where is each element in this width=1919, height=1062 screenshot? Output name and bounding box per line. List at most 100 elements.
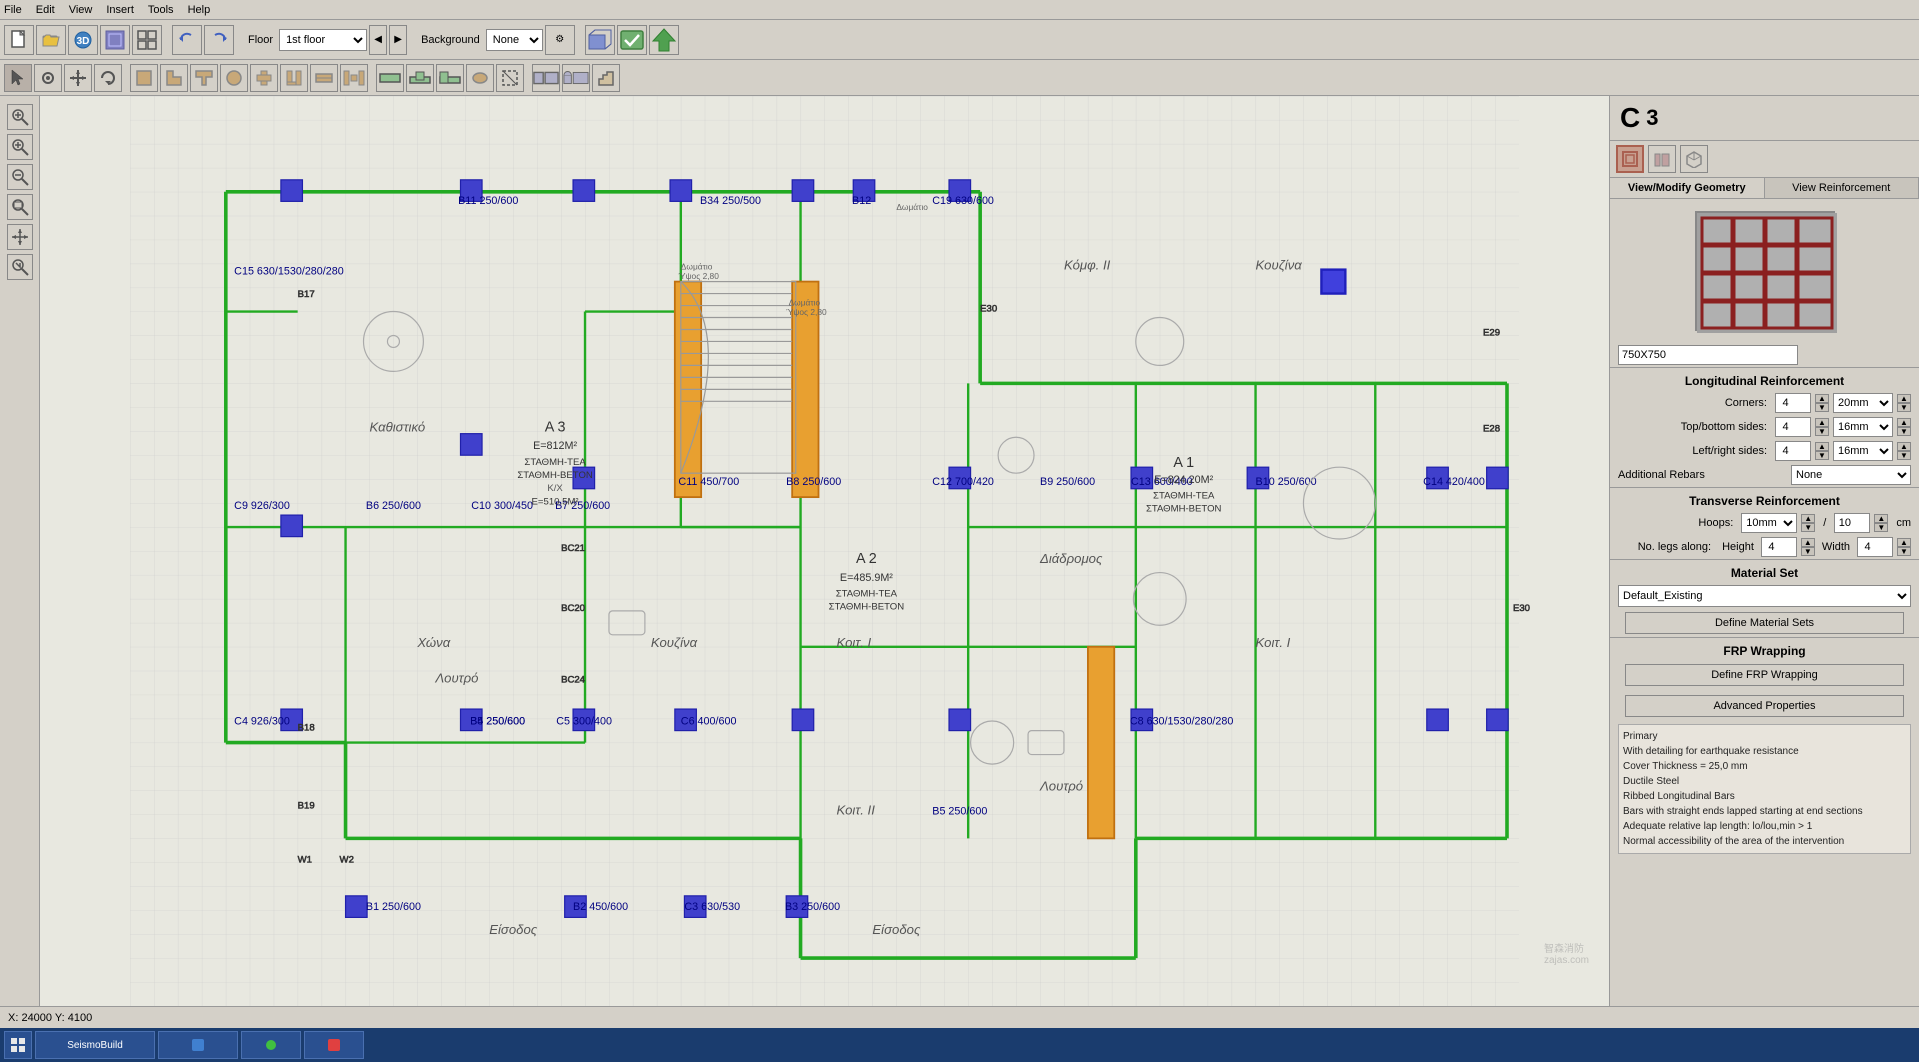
t-shape-btn[interactable] <box>190 64 218 92</box>
define-material-btn[interactable]: Define Material Sets <box>1625 612 1903 634</box>
material-select[interactable]: Default_Existing <box>1618 585 1911 607</box>
corners-mm-select[interactable]: 20mm16mm12mm <box>1833 393 1893 413</box>
beam-t-btn[interactable] <box>406 64 434 92</box>
canvas-area[interactable]: C15 630/1530/280/280 C9 926/300 C4 926/3… <box>40 96 1609 1006</box>
cross-btn[interactable] <box>250 64 278 92</box>
right-panel: C 3 View/Modify Geometry View Reinforcem… <box>1609 96 1919 1006</box>
svg-text:ΣΤΑΘΜΗ-ΤΕΑ: ΣΤΑΘΜΗ-ΤΕΑ <box>836 589 898 600</box>
svg-text:C6 400/600: C6 400/600 <box>681 716 737 728</box>
tab-view-reinforcement[interactable]: View Reinforcement <box>1765 178 1919 198</box>
svg-text:ΣΤΑΘΜΗ-ΤΕΑ: ΣΤΑΘΜΗ-ΤΕΑ <box>1153 490 1215 501</box>
taskbar-app1[interactable]: SeismoBuild <box>35 1031 155 1059</box>
open-button[interactable] <box>36 25 66 55</box>
slab-btn[interactable] <box>496 64 524 92</box>
menu-edit[interactable]: Edit <box>36 4 55 16</box>
width-value[interactable] <box>1857 537 1893 557</box>
additional-label: Additional Rebars <box>1618 469 1783 481</box>
corners-down[interactable]: ▼ <box>1815 403 1829 412</box>
taskbar-app2[interactable] <box>158 1031 238 1059</box>
redo-button[interactable] <box>204 25 234 55</box>
zoom-window-btn[interactable] <box>7 194 33 220</box>
define-frp-btn[interactable]: Define FRP Wrapping <box>1625 664 1903 686</box>
arch-wall-btn[interactable] <box>562 64 590 92</box>
u-shape-btn[interactable] <box>280 64 308 92</box>
taskbar-app3[interactable] <box>241 1031 301 1059</box>
advanced-btn[interactable]: Advanced Properties <box>1625 695 1903 717</box>
rect-col-btn[interactable] <box>130 64 158 92</box>
height-value[interactable] <box>1761 537 1797 557</box>
additional-select[interactable]: None <box>1791 465 1911 485</box>
svg-text:Κοιτ. II: Κοιτ. II <box>836 802 875 817</box>
new-button[interactable] <box>4 25 34 55</box>
grid-button[interactable] <box>132 25 162 55</box>
tab-view-modify[interactable]: View/Modify Geometry <box>1610 178 1765 198</box>
corners-spinner[interactable]: ▲ ▼ <box>1815 394 1829 412</box>
info-box: PrimaryWith detailing for earthquake res… <box>1618 724 1911 854</box>
col-plan-icon[interactable] <box>1616 145 1644 173</box>
rotate-tool[interactable] <box>94 64 122 92</box>
hoops-spacing[interactable] <box>1834 513 1870 533</box>
menu-view[interactable]: View <box>69 4 93 16</box>
3d-view-button[interactable] <box>100 25 130 55</box>
top-bottom-value[interactable] <box>1775 417 1811 437</box>
menu-insert[interactable]: Insert <box>106 4 134 16</box>
svg-text:Δωμάτιο: Δωμάτιο <box>789 298 821 308</box>
zoom-extent-btn[interactable] <box>7 104 33 130</box>
svg-text:Είσοδος: Είσοδος <box>872 922 921 937</box>
svg-text:Διάδρομος: Διάδρομος <box>1039 551 1103 566</box>
zoom-in-btn[interactable] <box>7 134 33 160</box>
dimension-input[interactable] <box>1618 345 1798 365</box>
rp-icon-row <box>1610 141 1919 178</box>
svg-text:E=510.5M²: E=510.5M² <box>532 496 579 507</box>
hoops-label: Hoops: <box>1618 517 1733 529</box>
export-btn[interactable] <box>649 25 679 55</box>
menu-help[interactable]: Help <box>188 4 211 16</box>
wall-btn[interactable] <box>310 64 338 92</box>
col-3d-icon[interactable] <box>1680 145 1708 173</box>
circle-col-btn[interactable] <box>220 64 248 92</box>
hoops-mm-select[interactable]: 10mm8mm12mm <box>1741 513 1797 533</box>
view-3d-btn[interactable] <box>585 25 615 55</box>
transverse-title: Transverse Reinforcement <box>1610 487 1919 511</box>
column-round-btn[interactable] <box>466 64 494 92</box>
taskbar-app4[interactable] <box>304 1031 364 1059</box>
undo-button[interactable] <box>172 25 202 55</box>
menu-tools[interactable]: Tools <box>148 4 174 16</box>
pan-btn[interactable] <box>7 224 33 250</box>
select-tool[interactable] <box>4 64 32 92</box>
corners-up[interactable]: ▲ <box>1815 394 1829 403</box>
start-btn[interactable] <box>4 1031 32 1059</box>
floor-prev-button[interactable]: ◀ <box>369 25 387 55</box>
node-tool[interactable] <box>34 64 62 92</box>
col-side-icon[interactable] <box>1648 145 1676 173</box>
corners-value[interactable] <box>1775 393 1811 413</box>
top-bottom-mm-select[interactable]: 16mm20mm12mm <box>1833 417 1893 437</box>
floor-select[interactable]: 1st floor 2nd floor Ground floor <box>279 29 367 51</box>
check-btn[interactable] <box>617 25 647 55</box>
statusbar: X: 24000 Y: 4100 <box>0 1006 1919 1028</box>
l-shape-btn[interactable] <box>160 64 188 92</box>
floor-next-button[interactable]: ▶ <box>389 25 407 55</box>
beam-l-btn[interactable] <box>436 64 464 92</box>
staircase-btn[interactable] <box>592 64 620 92</box>
svg-text:C12 700/420: C12 700/420 <box>932 476 994 488</box>
left-right-row: Left/right sides: ▲▼ 16mm20mm12mm ▲▼ <box>1610 439 1919 463</box>
h-shape-btn[interactable] <box>340 64 368 92</box>
wall-shape-btn[interactable] <box>532 64 560 92</box>
svg-text:A 3: A 3 <box>545 419 566 435</box>
background-select[interactable]: None Image <box>486 29 543 51</box>
left-right-mm-select[interactable]: 16mm20mm12mm <box>1833 441 1893 461</box>
col-letter: C <box>1620 102 1640 134</box>
move-tool[interactable] <box>64 64 92 92</box>
zoom-previous-btn[interactable] <box>7 254 33 280</box>
import-button[interactable]: 3D <box>68 25 98 55</box>
svg-text:BC20: BC20 <box>561 603 585 614</box>
left-right-value[interactable] <box>1775 441 1811 461</box>
background-btn[interactable]: ⚙ <box>545 25 575 55</box>
zoom-out-btn[interactable] <box>7 164 33 190</box>
svg-text:B12: B12 <box>852 195 871 207</box>
beam-rect-btn[interactable] <box>376 64 404 92</box>
toolbar2 <box>0 60 1919 96</box>
svg-text:Είσοδος: Είσοδος <box>489 922 538 937</box>
menu-file[interactable]: File <box>4 4 22 16</box>
